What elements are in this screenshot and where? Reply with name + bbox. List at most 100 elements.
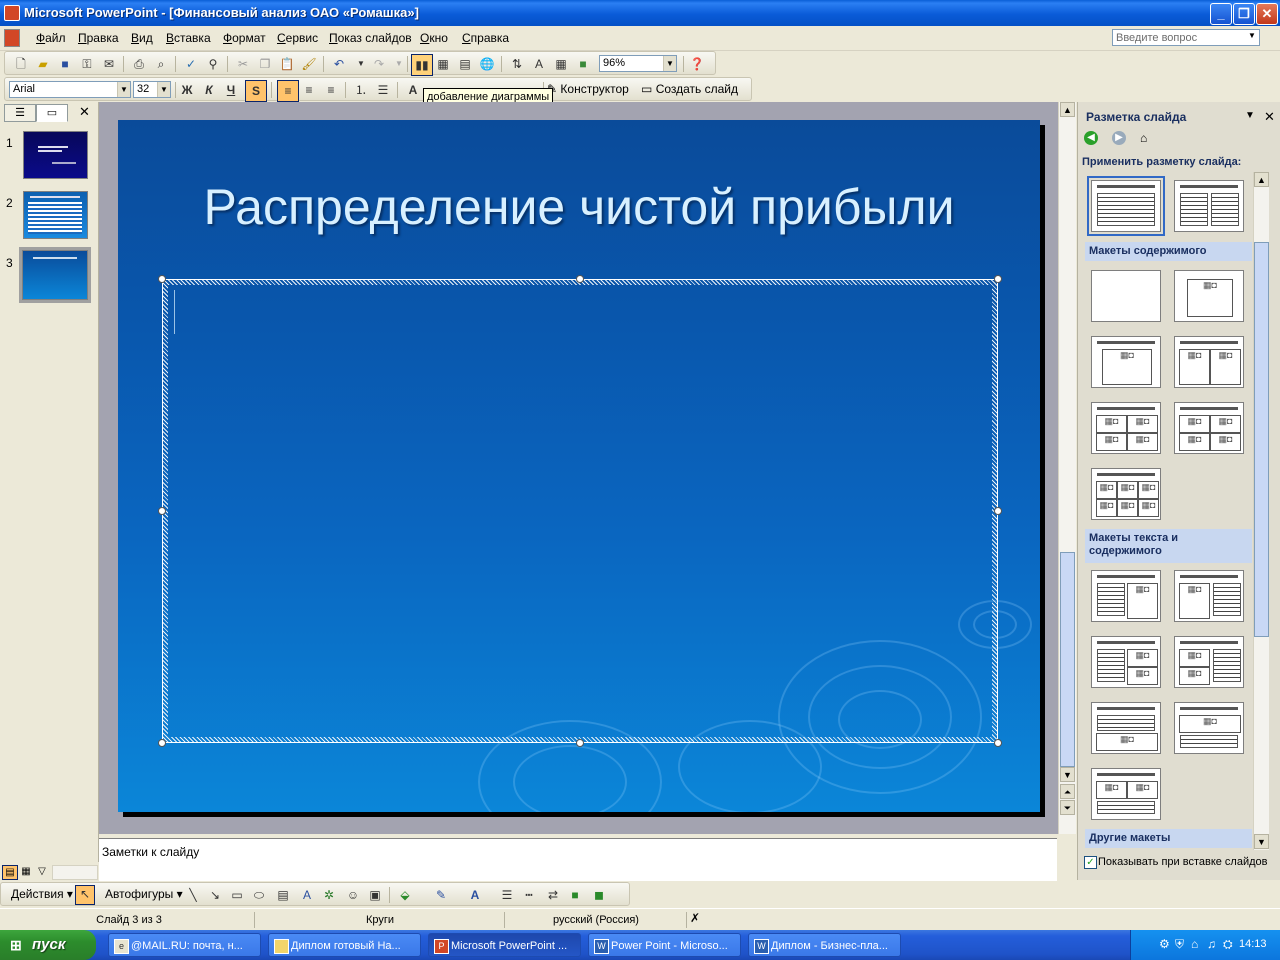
tray-security-icon[interactable]: ⛨ [1175,937,1184,952]
scroll-up-icon[interactable]: ▲ [1254,172,1269,187]
slide-thumbnail-3[interactable] [19,247,91,303]
chevron-down-icon[interactable]: ▼ [117,82,130,97]
previous-slide-icon[interactable]: ⏶ [1060,784,1075,799]
shadow-style-icon[interactable]: ■ [567,887,583,903]
start-button[interactable]: ⊞ пуск [0,930,96,960]
menu-view[interactable]: Вид [131,31,153,45]
line-style-icon[interactable]: ☰ [499,887,515,903]
select-objects-icon[interactable]: ↖ [75,885,95,905]
resize-handle[interactable] [994,507,1002,515]
menu-edit[interactable]: Правка [78,31,119,45]
resize-handle[interactable] [994,275,1002,283]
underline-button[interactable]: Ч [223,82,239,98]
italic-button[interactable]: К [201,82,217,98]
document-icon[interactable] [4,29,20,47]
align-left-icon[interactable]: ≡ [277,80,299,102]
layout-title-two-content[interactable] [1174,336,1244,388]
chevron-down-icon[interactable]: ▼ [663,56,676,71]
taskbar-item-word-2[interactable]: W Диплом - Бизнес-пла... [748,933,901,957]
resize-handle[interactable] [158,507,166,515]
tables-borders-icon[interactable]: ▤ [457,56,473,72]
font-size-select[interactable]: 32 ▼ [133,81,171,98]
increase-font-icon[interactable]: A [405,82,421,98]
scroll-thumb[interactable] [1060,552,1075,767]
copy-icon[interactable]: ❐ [257,56,273,72]
layout-title-content-over-two[interactable] [1091,402,1161,454]
email-icon[interactable]: ✉ [101,56,117,72]
scroll-down-icon[interactable]: ▼ [1060,767,1075,782]
slides-tab[interactable]: ▭ [36,104,68,122]
taskbar-item-folder[interactable]: Диплом готовый На... [268,933,421,957]
redo-dropdown-icon[interactable]: ▼ [391,56,407,72]
new-icon[interactable]: 🗋 [13,56,29,72]
rectangle-icon[interactable]: ▭ [229,887,245,903]
menu-file[interactable]: Файл [36,31,66,45]
diagram-icon[interactable]: ✲ [321,887,337,903]
shadow-button[interactable]: S [245,80,267,102]
actions-menu[interactable]: Действия ▾ [11,887,73,901]
font-select[interactable]: Arial ▼ [9,81,131,98]
home-icon[interactable]: ⌂ [1140,131,1156,145]
align-center-icon[interactable]: ≡ [301,82,317,98]
numbering-icon[interactable]: ⒈ [353,82,369,98]
scroll-down-icon[interactable]: ▼ [1254,834,1269,849]
tray-volume-icon[interactable]: ♫ [1207,937,1216,951]
horizontal-scrollbar[interactable] [52,865,98,880]
scroll-thumb[interactable] [1254,242,1269,637]
back-icon[interactable]: ◀ [1084,131,1098,145]
notes-pane[interactable]: Заметки к слайду [99,838,1057,881]
close-pane-icon[interactable]: ✕ [79,104,90,120]
format-painter-icon[interactable]: 🖌 [301,56,317,72]
menu-help[interactable]: Справка [462,31,509,45]
font-color-icon[interactable]: A [467,887,483,903]
layout-content[interactable] [1174,270,1244,322]
tray-network-icon[interactable]: ⌂ [1191,937,1198,951]
next-slide-icon[interactable]: ⏷ [1060,800,1075,815]
menu-window[interactable]: Окно [420,31,448,45]
line-color-icon[interactable]: ✎ [433,887,449,903]
permission-icon[interactable]: ⚿ [79,56,95,72]
dash-style-icon[interactable]: ┅ [521,887,537,903]
layout-two-content-over-text[interactable] [1091,768,1161,820]
wordart-icon[interactable]: A [299,887,315,903]
menu-slideshow[interactable]: Показ слайдов [329,31,412,45]
layout-title-content[interactable] [1091,336,1161,388]
normal-view-icon[interactable]: ▤ [2,865,18,880]
layout-text-and-content[interactable] [1091,570,1161,622]
layout-two-content-and-text[interactable] [1174,636,1244,688]
bold-button[interactable]: Ж [179,82,195,98]
layout-title-two-columns[interactable] [1174,180,1244,232]
chevron-down-icon[interactable]: ▼ [1245,110,1255,121]
layout-title-text[interactable] [1087,176,1165,236]
close-button[interactable]: ✕ [1256,3,1278,25]
spelling-status-icon[interactable]: ✗ [690,911,700,925]
layout-text-and-two-content[interactable] [1091,636,1161,688]
scroll-up-icon[interactable]: ▲ [1060,102,1075,117]
research-icon[interactable]: ⚲ [205,56,221,72]
help-icon[interactable]: ❓ [689,56,705,72]
content-placeholder[interactable] [162,279,998,743]
oval-icon[interactable]: ⬭ [251,887,267,903]
forward-icon[interactable]: ▶ [1112,131,1126,145]
expand-all-icon[interactable]: ⇅ [509,56,525,72]
redo-icon[interactable]: ↷ [371,56,387,72]
textbox-icon[interactable]: ▤ [275,887,291,903]
taskbar-item-word-1[interactable]: W Power Point - Microso... [588,933,741,957]
layout-text-over-content[interactable] [1091,702,1161,754]
autoshapes-menu[interactable]: Автофигуры ▾ [105,887,183,901]
line-icon[interactable]: ╲ [185,887,201,903]
slide-thumbnail-2[interactable] [23,191,88,239]
layout-content-and-text[interactable] [1174,570,1244,622]
resize-handle[interactable] [994,739,1002,747]
slide-title[interactable]: Распределение чистой прибыли [118,178,1040,236]
taskbar-item-powerpoint[interactable]: P Microsoft PowerPoint ... [428,933,581,957]
ask-question-input[interactable]: Введите вопрос [1112,29,1260,46]
picture-icon[interactable]: ▣ [367,887,383,903]
restore-button[interactable]: ❐ [1233,3,1255,25]
insert-chart-icon[interactable]: ▮▮ [411,54,433,76]
3d-style-icon[interactable]: ◼ [591,887,607,903]
resize-handle[interactable] [158,275,166,283]
menu-tools[interactable]: Сервис [277,31,318,45]
slide-thumbnail-1[interactable] [23,131,88,179]
show-on-insert-checkbox[interactable]: ✓ [1084,856,1097,869]
